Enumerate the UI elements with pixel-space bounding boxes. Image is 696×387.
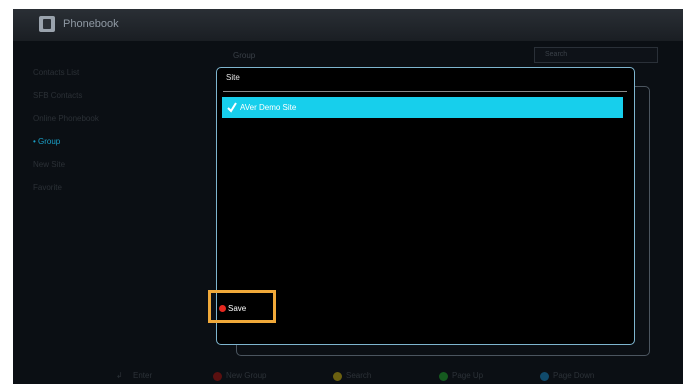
footer-hints: ↲ Enter New Group Search Page Up Page Do…: [13, 369, 683, 384]
sidebar-item-sfb-contacts[interactable]: SFB Contacts: [33, 84, 99, 107]
new-group-hint: New Group: [226, 371, 267, 380]
enter-hint: Enter: [133, 371, 153, 380]
sidebar-item-online-phonebook[interactable]: Online Phonebook: [33, 107, 99, 130]
site-dialog: Site AVer Demo Site Save: [208, 67, 635, 345]
enter-icon: ↲: [116, 371, 123, 380]
yellow-key-icon: [333, 372, 342, 381]
checkmark-icon: [227, 102, 237, 113]
title-bar: Phonebook: [13, 9, 683, 41]
sidebar-item-new-site[interactable]: New Site: [33, 153, 99, 176]
app-title: Phonebook: [63, 18, 119, 30]
save-label: Save: [228, 304, 247, 313]
site-list-item[interactable]: AVer Demo Site: [222, 97, 623, 118]
divider: [223, 91, 627, 92]
sidebar-menu: Contacts List SFB Contacts Online Phoneb…: [33, 61, 99, 199]
red-key-icon: [219, 305, 226, 312]
group-label: Group: [233, 51, 256, 60]
phonebook-icon: [39, 16, 55, 32]
page-down-hint: Page Down: [553, 371, 595, 380]
blue-key-icon: [540, 372, 549, 381]
sidebar-item-contacts-list[interactable]: Contacts List: [33, 61, 99, 84]
red-key-icon: [213, 372, 222, 381]
search-hint: Search: [346, 371, 372, 380]
sidebar-item-group[interactable]: • Group: [33, 130, 99, 153]
page-up-hint: Page Up: [452, 371, 484, 380]
search-input[interactable]: Search: [534, 47, 658, 63]
save-button[interactable]: Save: [208, 290, 276, 323]
sidebar-item-favorite[interactable]: Favorite: [33, 176, 99, 199]
dialog-title: Site: [226, 73, 240, 82]
screen: Phonebook Contacts List SFB Contacts Onl…: [13, 9, 683, 384]
site-label: AVer Demo Site: [240, 103, 297, 112]
green-key-icon: [439, 372, 448, 381]
